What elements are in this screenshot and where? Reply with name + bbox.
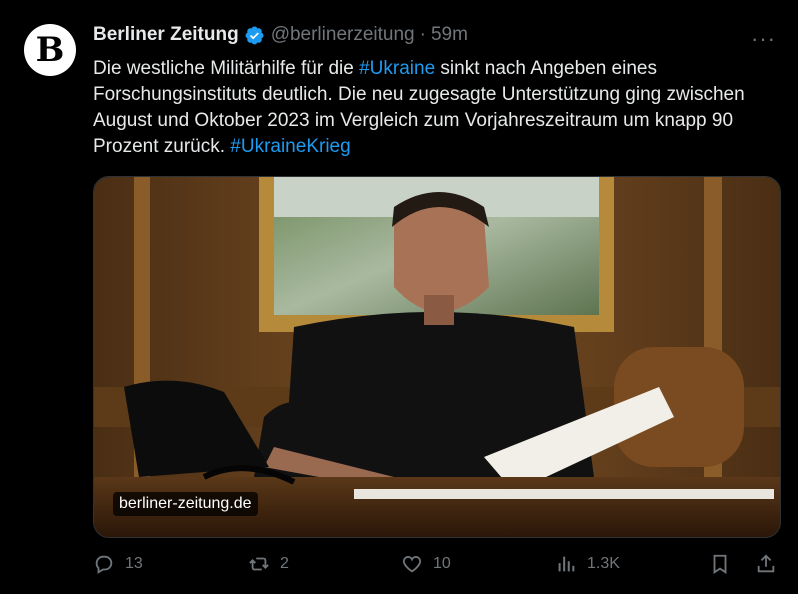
repost-button[interactable]: 2 — [248, 553, 289, 575]
verified-badge-icon[interactable] — [244, 25, 265, 46]
share-button[interactable] — [755, 553, 787, 575]
like-button[interactable]: 10 — [401, 553, 451, 575]
like-count: 10 — [433, 555, 451, 572]
tweet-text: Die westliche Militärhilfe für die #Ukra… — [93, 56, 773, 160]
separator-dot: · — [419, 24, 426, 45]
tweet-header: Berliner Zeitung @berlinerzeitung · 59m — [93, 23, 468, 47]
views-icon — [558, 556, 575, 572]
office-photo — [94, 177, 780, 537]
author-handle[interactable]: @berlinerzeitung — [271, 24, 415, 46]
hashtag-ukraine[interactable]: #Ukraine — [359, 58, 435, 79]
media-source-badge[interactable]: berliner-zeitung.de — [113, 492, 258, 516]
share-icon — [757, 554, 775, 573]
reply-count: 13 — [125, 555, 143, 572]
tweet-actions: 13 2 10 1.3K — [93, 553, 783, 577]
text-part-1: Die westliche Militärhilfe für die — [93, 58, 360, 79]
tweet-timestamp[interactable]: 59m — [431, 24, 468, 46]
views-button[interactable]: 1.3K — [555, 553, 620, 575]
more-icon[interactable]: ··· — [751, 26, 776, 52]
bookmark-button[interactable] — [709, 553, 741, 575]
reply-button[interactable]: 13 — [93, 553, 143, 575]
bookmark-icon — [713, 554, 727, 574]
tweet-media-image[interactable] — [93, 176, 781, 538]
reply-icon — [95, 555, 113, 574]
repost-icon — [249, 557, 269, 571]
author-avatar[interactable]: B — [24, 24, 76, 76]
views-count: 1.3K — [587, 555, 620, 572]
author-name[interactable]: Berliner Zeitung — [93, 24, 239, 46]
avatar-logo: B — [35, 30, 65, 70]
repost-count: 2 — [280, 555, 289, 572]
hashtag-ukrainekrieg[interactable]: #UkraineKrieg — [230, 136, 350, 157]
like-icon — [402, 556, 422, 573]
